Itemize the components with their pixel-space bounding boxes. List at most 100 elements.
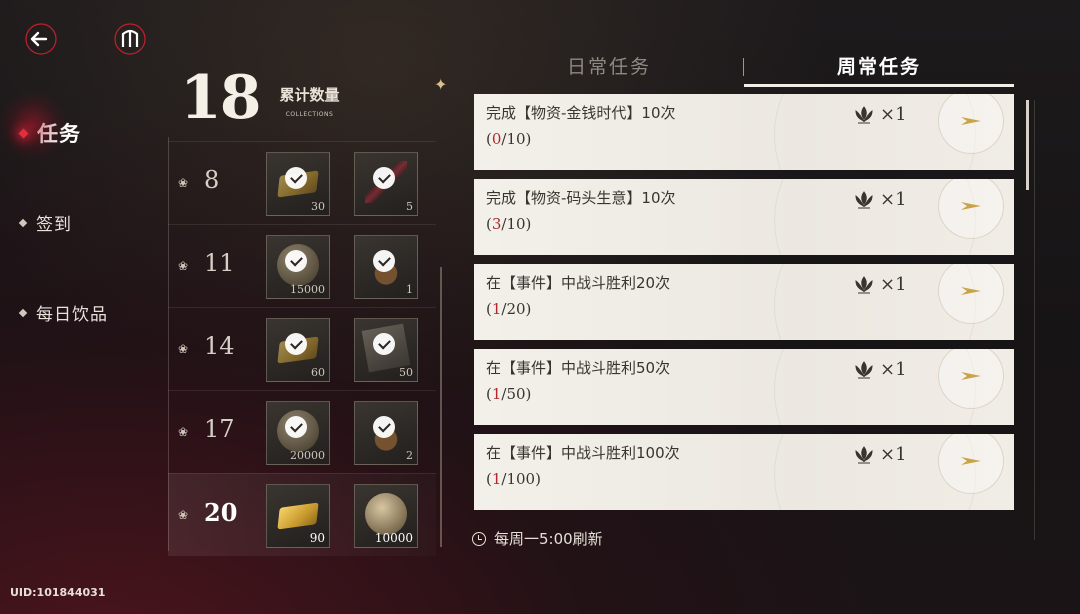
- nav-bullet-icon: [18, 218, 28, 227]
- claimed-check-icon: [373, 333, 395, 355]
- collection-counter: 18 累计数量 COLLECTIONS: [180, 63, 340, 133]
- milestone-level: 17: [204, 415, 235, 443]
- frame-divider: [1034, 100, 1035, 540]
- task-description: 完成【物资-金钱时代】10次: [486, 104, 676, 122]
- task-reward: ×1: [852, 274, 907, 295]
- reward-amount: ×1: [880, 359, 907, 380]
- milestone-level: 11: [204, 249, 235, 277]
- back-arrow-icon: [25, 23, 57, 55]
- task-progress: (3/10): [486, 215, 532, 233]
- go-button[interactable]: [938, 264, 1004, 324]
- task-reward: ×1: [852, 189, 907, 210]
- lotus-icon: ❀: [178, 425, 189, 439]
- lotus-token-icon: [855, 360, 873, 378]
- reward-qty: 90: [309, 531, 325, 545]
- task-tabs: 日常任务 周常任务: [474, 50, 1014, 90]
- task-scrollbar[interactable]: [1026, 100, 1029, 190]
- tab-weekly-tasks[interactable]: 周常任务: [744, 50, 1014, 84]
- task-card: 完成【物资-金钱时代】10次 (0/10) ×1: [474, 94, 1014, 170]
- reward-item[interactable]: 20000: [266, 401, 330, 465]
- gold-bar-icon: [277, 502, 319, 530]
- home-emblem-icon: [114, 23, 146, 55]
- nav-item-checkin[interactable]: 签到: [18, 210, 72, 235]
- back-button[interactable]: [24, 22, 58, 56]
- reward-qty: 30: [311, 200, 325, 213]
- reward-qty: 50: [399, 366, 413, 379]
- task-progress: (1/100): [486, 470, 541, 488]
- task-card: 在【事件】中战斗胜利50次 (1/50) ×1: [474, 349, 1014, 425]
- reward-item[interactable]: 15000: [266, 235, 330, 299]
- claimed-check-icon: [373, 416, 395, 438]
- collection-milestones: ❀ 8 30 5 ❀ 11 15000 1 ❀ 14 60 50 ❀ 17 20…: [152, 137, 442, 556]
- nav-item-label: 每日饮品: [36, 305, 108, 325]
- reward-item[interactable]: 60: [266, 318, 330, 382]
- task-progress: (1/20): [486, 300, 532, 318]
- lotus-token-icon: [855, 190, 873, 208]
- task-card: 在【事件】中战斗胜利100次 (1/100) ×1: [474, 434, 1014, 510]
- reward-item[interactable]: 2: [354, 401, 418, 465]
- task-description: 在【事件】中战斗胜利50次: [486, 359, 671, 377]
- nav-item-label: 签到: [36, 215, 72, 235]
- reward-item[interactable]: 30: [266, 152, 330, 216]
- go-button[interactable]: [938, 94, 1004, 154]
- active-tab-indicator: [744, 84, 1014, 87]
- collection-subtitle: COLLECTIONS: [285, 111, 334, 118]
- milestone-row: ❀ 17 20000 2: [168, 390, 436, 473]
- reward-qty: 20000: [290, 449, 325, 462]
- clock-icon: [472, 531, 486, 546]
- task-reward: ×1: [852, 359, 907, 380]
- milestone-row: ❀ 8 30 5: [168, 141, 436, 224]
- reward-amount: ×1: [880, 444, 907, 465]
- home-button[interactable]: [113, 22, 147, 56]
- claimed-check-icon: [285, 250, 307, 272]
- reward-qty: 1: [406, 283, 413, 296]
- milestone-row: ❀ 11 15000 1: [168, 224, 436, 307]
- lotus-icon: ❀: [178, 259, 189, 273]
- milestone-row-current: ❀ 20 90 10000: [168, 473, 436, 556]
- claimed-check-icon: [285, 167, 307, 189]
- go-arrow-icon: [961, 457, 981, 465]
- refresh-text: 每周一5:00刷新: [494, 530, 603, 548]
- coin-icon: [365, 493, 407, 535]
- task-progress: (1/50): [486, 385, 532, 403]
- sparkle-icon: ✦: [434, 75, 448, 94]
- reward-qty: 10000: [374, 531, 413, 545]
- task-description: 在【事件】中战斗胜利100次: [486, 444, 680, 462]
- reward-item[interactable]: 5: [354, 152, 418, 216]
- refresh-note: 每周一5:00刷新: [472, 528, 603, 549]
- reward-item[interactable]: 1: [354, 235, 418, 299]
- collection-count: 18: [180, 63, 261, 133]
- nav-glow: [0, 90, 68, 160]
- nav-item-daily-drinks[interactable]: 每日饮品: [18, 300, 108, 325]
- claimed-check-icon: [373, 250, 395, 272]
- nav-item-tasks[interactable]: 任务: [0, 90, 81, 160]
- reward-amount: ×1: [880, 274, 907, 295]
- go-arrow-icon: [961, 117, 981, 125]
- tab-daily-tasks[interactable]: 日常任务: [474, 50, 744, 84]
- reward-item[interactable]: 10000: [354, 484, 418, 548]
- reward-item[interactable]: 50: [354, 318, 418, 382]
- claimed-check-icon: [285, 333, 307, 355]
- go-arrow-icon: [961, 287, 981, 295]
- reward-amount: ×1: [880, 104, 907, 125]
- lotus-token-icon: [855, 445, 873, 463]
- task-description: 在【事件】中战斗胜利20次: [486, 274, 671, 292]
- task-progress: (0/10): [486, 130, 532, 148]
- nav-bullet-icon: [18, 308, 28, 317]
- milestone-row: ❀ 14 60 50: [168, 307, 436, 390]
- go-button[interactable]: [938, 349, 1004, 409]
- reward-qty: 15000: [290, 283, 325, 296]
- reward-item[interactable]: 90: [266, 484, 330, 548]
- go-button[interactable]: [938, 179, 1004, 239]
- lotus-icon: ❀: [178, 176, 189, 190]
- task-card: 在【事件】中战斗胜利20次 (1/20) ×1: [474, 264, 1014, 340]
- collection-title: 累计数量: [279, 86, 340, 104]
- lotus-icon: ❀: [178, 342, 189, 356]
- go-button[interactable]: [938, 434, 1004, 494]
- reward-qty: 2: [406, 449, 413, 462]
- milestone-scrollbar[interactable]: [440, 267, 442, 547]
- milestone-level: 20: [204, 498, 238, 527]
- task-card: 完成【物资-码头生意】10次 (3/10) ×1: [474, 179, 1014, 255]
- claimed-check-icon: [285, 416, 307, 438]
- reward-amount: ×1: [880, 189, 907, 210]
